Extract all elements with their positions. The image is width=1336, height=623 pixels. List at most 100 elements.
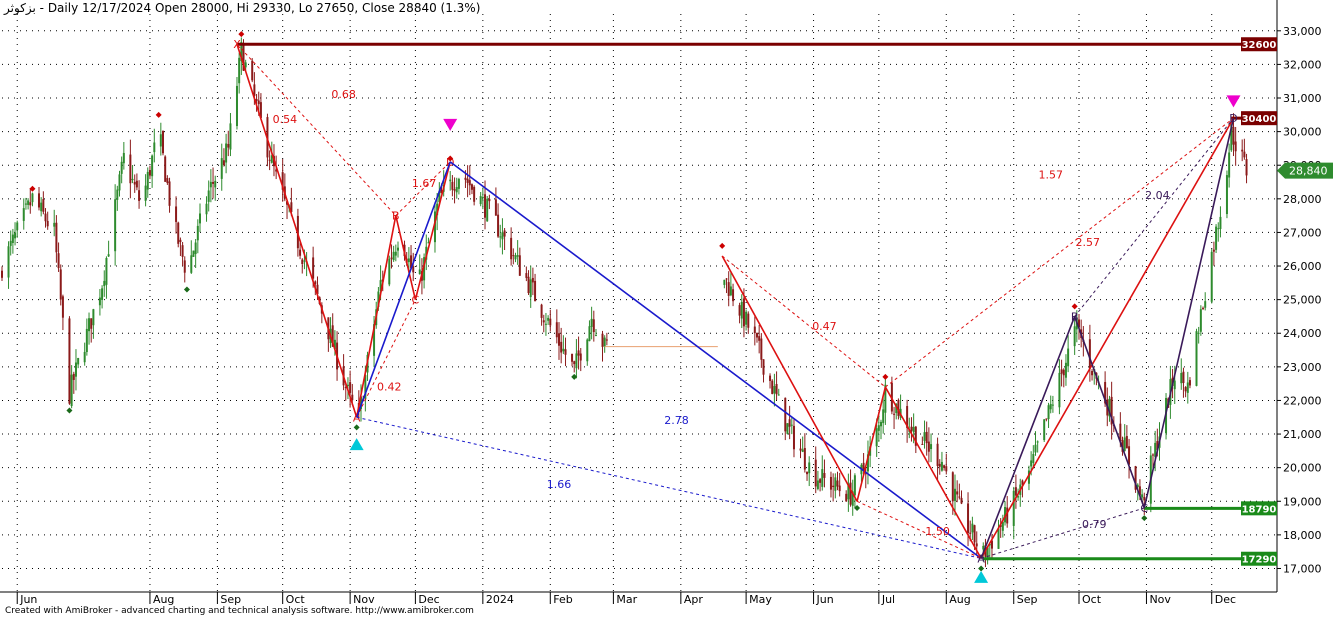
bar-body: [1060, 369, 1063, 374]
bar-body: [7, 246, 10, 278]
bar-body: [592, 319, 595, 333]
bar-body: [1064, 362, 1067, 378]
bar-body: [146, 171, 149, 190]
price-tick-label: 23,000: [1283, 361, 1322, 374]
bar-info: Daily 12/17/2024 Open 28000, Hi 29330, L…: [47, 1, 481, 15]
bar-body: [769, 375, 772, 381]
bar-body: [153, 142, 156, 153]
price-tick-label: 26,000: [1283, 260, 1322, 273]
bar-body: [512, 255, 515, 257]
bar-body: [562, 348, 565, 352]
bar-body: [588, 326, 591, 342]
price-tick-label: 27,000: [1283, 226, 1322, 239]
bar-body: [1212, 249, 1215, 252]
bar-body: [46, 220, 49, 227]
bar-body: [24, 203, 27, 205]
bar-body: [573, 361, 576, 365]
bar-body: [1073, 326, 1076, 347]
bar-body: [534, 280, 537, 302]
bar-body: [1047, 405, 1050, 419]
bar-body: [55, 222, 58, 253]
level-label: 30400: [1242, 114, 1277, 125]
bar-body: [514, 255, 517, 260]
signal-arrow: [443, 118, 458, 131]
bar-body: [1204, 301, 1207, 308]
bar-body: [930, 444, 933, 450]
bar-body: [1051, 404, 1054, 406]
bar-body: [1188, 380, 1191, 386]
bar-body: [525, 273, 528, 278]
time-tick-label: Jun: [816, 593, 834, 606]
bar-body: [220, 158, 223, 179]
bar-body: [605, 339, 608, 341]
bar-body: [540, 304, 543, 318]
bar-body: [42, 199, 45, 212]
bar-body: [159, 134, 162, 147]
bar-body: [603, 337, 606, 347]
bar-body: [586, 339, 589, 362]
bar-body: [557, 333, 560, 346]
pattern-ratio-label: 1.50: [925, 525, 950, 538]
bar-body: [303, 260, 306, 262]
pattern-ratio-label: 2.04: [1145, 189, 1170, 202]
bar-body: [227, 143, 230, 148]
bar-body: [816, 480, 819, 489]
pattern-retracement: [1074, 117, 1234, 317]
time-tick-label: Sep: [220, 593, 241, 606]
bar-body: [819, 479, 822, 483]
price-tick-label: 25,000: [1283, 294, 1322, 307]
bar-body: [11, 234, 14, 243]
bar-body: [118, 174, 121, 191]
bar-body: [773, 386, 776, 394]
bar-body: [497, 214, 500, 237]
bar-body: [560, 341, 563, 353]
bar-body: [44, 213, 47, 222]
price-tick-label: 17,000: [1283, 562, 1322, 575]
price-tick-label: 18,000: [1283, 529, 1322, 542]
bar-body: [967, 503, 970, 534]
pattern-leg: [721, 255, 858, 502]
bar-body: [747, 313, 750, 328]
bar-body: [921, 443, 924, 445]
bar-body: [1012, 490, 1015, 526]
bar-body: [829, 476, 832, 490]
pattern-point-label: C: [412, 294, 420, 307]
bar-body: [61, 296, 64, 318]
bar-body: [451, 181, 454, 190]
swing-marker: [1071, 303, 1078, 310]
bar-body: [790, 424, 793, 426]
bar-body: [788, 419, 791, 427]
bar-body: [1180, 372, 1183, 384]
bar-body: [251, 60, 254, 81]
time-tick-label: Dec: [418, 593, 439, 606]
bar-body: [107, 254, 110, 257]
bar-body: [923, 432, 926, 441]
bar-body: [103, 280, 106, 287]
price-chart[interactable]: 17,000 18,000 19,000 20,000 21,000 22,000 23,0…: [0, 0, 1336, 619]
price-tick-label: 33,000: [1283, 25, 1322, 38]
bar-body: [518, 255, 521, 276]
bar-body: [1245, 159, 1248, 176]
bar-body: [225, 143, 228, 163]
price-tick-label: 24,000: [1283, 327, 1322, 340]
bar-body: [412, 266, 415, 273]
time-tick-label: Apr: [684, 593, 704, 606]
bar-body: [301, 259, 304, 265]
bar-body: [975, 543, 978, 547]
pattern-ratio-label: 0.42: [377, 380, 402, 393]
bar-body: [1067, 348, 1070, 367]
bar-body: [396, 247, 399, 251]
bar-body: [238, 57, 241, 84]
bar-body: [925, 431, 928, 444]
bar-body: [803, 448, 806, 470]
bar-body: [464, 177, 467, 180]
bar-body: [953, 488, 956, 501]
bar-body: [555, 322, 558, 338]
bar-body: [792, 425, 795, 450]
swing-marker: [238, 31, 245, 38]
bar-body: [760, 338, 763, 360]
bar-body: [16, 222, 19, 230]
bar-body: [1186, 382, 1189, 393]
bar-body: [577, 350, 580, 356]
bar-body: [120, 161, 123, 174]
